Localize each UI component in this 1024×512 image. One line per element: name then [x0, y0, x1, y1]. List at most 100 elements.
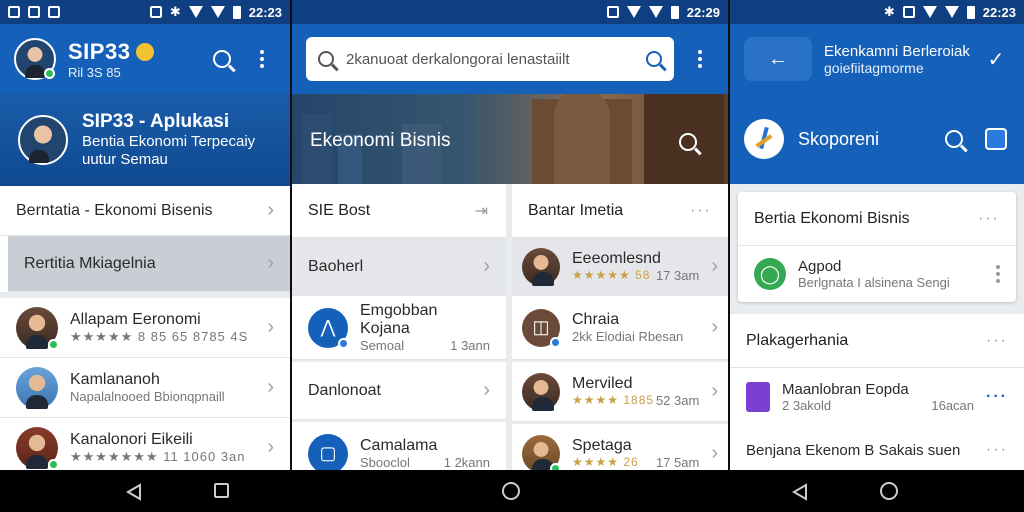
two-column-lists: SIE Bost ⇥ Baoherl › ⋀ Emgobban Kojana S… [292, 184, 728, 470]
list-item-title: Camalama [360, 437, 438, 454]
online-badge [550, 462, 561, 470]
list-item[interactable]: ◯ Agpod Berlgnata I alsinena Sengi [738, 246, 1016, 302]
list-item[interactable]: Kamlananoh Napalalnooed Bbionqpnaill › [0, 358, 290, 418]
vibrate-icon [902, 6, 915, 18]
list-item[interactable]: Baoherl › [292, 238, 506, 296]
nav-back-icon[interactable] [126, 483, 142, 501]
compose-button[interactable] [982, 125, 1010, 153]
app-logo-icon [744, 119, 784, 159]
list-item-title: Eeeomlesnd [572, 250, 661, 267]
confirm-button[interactable]: ✓ [982, 45, 1010, 73]
more-vert-icon[interactable] [996, 265, 1000, 283]
menu-item-label: Berntatia - Ekonomi Bisenis [16, 201, 213, 219]
list-item[interactable]: Eeeomlesnd ★★★★★ 58 17 3am › [512, 238, 728, 296]
category-banner: Ekeonomi Bisnis [292, 94, 728, 184]
chevron-right-icon: › [711, 316, 718, 338]
list-item-meta: Berlgnata I alsinena Sengi [798, 275, 950, 290]
author-thumbnail [522, 247, 560, 286]
rating: ★★★★ 1885 [572, 393, 655, 407]
list-item-title: Emgobban Kojana [360, 302, 438, 337]
nav-home-icon[interactable] [502, 482, 520, 500]
app-bar: ← Ekenkamni Berleroiak goiefiitagmorme ✓ [730, 24, 1024, 94]
badge-dot [550, 336, 561, 348]
list-item[interactable]: ▢ Camalama Sbooclol 1 2kann [292, 422, 506, 470]
chat-icon: ▢ [308, 433, 348, 470]
card-header[interactable]: Plakagerhania ··· [730, 314, 1024, 368]
rating: ★★★★★ 58 [572, 268, 651, 282]
more-horiz-icon[interactable]: ··· [690, 202, 712, 220]
system-navigation-bar [0, 470, 1024, 512]
clock: 22:23 [248, 4, 282, 20]
dome-shape [554, 94, 610, 184]
badge-dot [338, 337, 349, 349]
app-subtitle: goiefiitagmorme [824, 59, 924, 76]
menu-item[interactable]: Berntatia - Ekonomi Bisenis › [0, 186, 290, 236]
list-item[interactable]: Kanalonori Eikeili ★★★★★★★ 11 1060 3an › [0, 418, 290, 470]
list-item[interactable]: Allapam Eeronomi ★★★★★ 8 85 65 8785 4S › [0, 298, 290, 358]
list-item-title: Benjana Ekenom B Sakais suen [746, 441, 961, 459]
list-item-meta: ★★★★★ 58 17 3am [572, 268, 699, 283]
phone-screen-right: ✱ 22:23 ← Ekenkamni Berleroiak goiefiita… [730, 0, 1024, 470]
list-item-title: Chraia [572, 311, 620, 328]
avatar[interactable] [14, 38, 56, 80]
author-thumbnail [522, 434, 561, 470]
menu-item-selected[interactable]: Rertitia Mkiagelnia › [8, 236, 290, 292]
list-item-title: Kamlananoh [70, 371, 160, 388]
clock: 22:29 [686, 4, 720, 20]
list-item[interactable]: ⋀ Emgobban Kojana Semoal 1 3ann [292, 296, 506, 360]
reader-icon: ◫ [522, 308, 561, 348]
status-bar: ✱ 22:23 [0, 0, 290, 24]
back-button[interactable]: ← [744, 37, 812, 81]
rating: ★★★★ 26 [572, 455, 639, 469]
search-submit-icon[interactable] [646, 51, 662, 67]
app-title-row: SIP33 [68, 39, 196, 65]
list-item[interactable]: Spetaga ★★★★ 26 17 5am › [512, 424, 728, 470]
search-button[interactable] [940, 125, 968, 153]
notification-icon [606, 6, 619, 18]
banner-search-button[interactable] [674, 128, 702, 156]
list-item-title: Danlonoat [308, 381, 381, 399]
check-icon: ✓ [987, 48, 1005, 71]
column-header-label: Bantar Imetia [528, 201, 624, 219]
overflow-menu-button[interactable] [248, 45, 276, 73]
nav-home-icon[interactable] [880, 482, 898, 500]
menu-item-label: Rertitia Mkiagelnia [24, 254, 156, 272]
chevron-right-icon: › [267, 252, 274, 274]
list-item-title: Spetaga [572, 437, 632, 454]
nav-recents-icon[interactable] [214, 483, 229, 498]
battery-icon [232, 5, 241, 19]
column-header-label: SIE Bost [308, 201, 371, 219]
news-card: Plakagerhania ··· Maanlobran Eopda 2 3ak… [730, 314, 1024, 470]
chevron-right-icon: › [267, 436, 274, 458]
smiley-icon [136, 42, 155, 61]
search-button[interactable] [208, 45, 236, 73]
online-badge [48, 338, 59, 350]
profile-avatar[interactable] [18, 115, 68, 165]
battery-icon [966, 5, 975, 19]
nav-back-icon[interactable] [792, 483, 808, 501]
more-horiz-icon[interactable]: ··· [986, 332, 1008, 350]
column-header[interactable]: Bantar Imetia ··· [512, 184, 728, 238]
signal-icon [210, 6, 225, 18]
chevron-right-icon: › [267, 199, 274, 221]
section-header: Skoporeni [730, 94, 1024, 184]
profile-header: SIP33 - Aplukasi Bentia Ekonomi Terpecai… [0, 94, 290, 186]
list-item[interactable]: ◫ Chraia 2kk Elodiai Rbesan › [512, 296, 728, 360]
card-header[interactable]: Bertia Ekonomi Bisnis ··· [738, 192, 1016, 246]
list-item[interactable]: Maanlobran Eopda 2 3akold 16acan ··· [730, 368, 1024, 426]
overflow-menu-button[interactable] [686, 45, 714, 73]
more-horiz-icon[interactable]: ··· [978, 210, 1000, 228]
chevron-right-icon: › [483, 255, 490, 277]
list-item[interactable]: Benjana Ekenom B Sakais suen ··· [730, 426, 1024, 470]
app-logo-icon: ⋀ [308, 307, 349, 349]
list-item[interactable]: Merviled ★★★★ 1885 52 3am › [512, 362, 728, 422]
more-horiz-icon[interactable]: ··· [986, 388, 1008, 406]
search-icon [945, 130, 963, 148]
search-input[interactable]: 2kanuoat derkalongorai lenastaiilt [306, 37, 674, 81]
status-bar: ✱ 22:23 [730, 0, 1024, 24]
right-column: Bantar Imetia ··· Eeeomlesnd ★★★★★ 58 17… [512, 184, 728, 470]
column-header[interactable]: SIE Bost ⇥ [292, 184, 506, 238]
list-item-meta: 2 3akold 16acan [782, 398, 974, 413]
more-horiz-icon[interactable]: ··· [986, 441, 1008, 459]
list-item[interactable]: Danlonoat › [292, 362, 506, 420]
